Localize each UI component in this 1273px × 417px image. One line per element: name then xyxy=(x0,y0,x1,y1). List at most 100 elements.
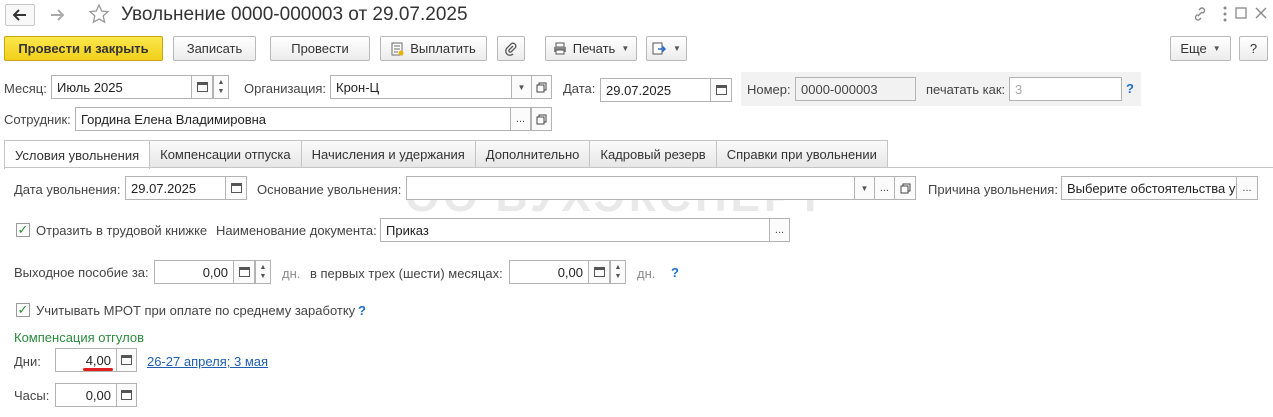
days-calc-button[interactable] xyxy=(116,348,137,372)
severance-label: Выходное пособие за: xyxy=(14,265,149,280)
close-icon xyxy=(1255,7,1267,19)
mrot-label: Учитывать МРОТ при оплате по среднему за… xyxy=(36,303,356,318)
printer-icon xyxy=(553,42,566,55)
employee-select-button[interactable]: ... xyxy=(510,107,531,131)
employee-label: Сотрудник: xyxy=(4,112,71,127)
link-button[interactable] xyxy=(1192,6,1208,25)
document-pay-icon xyxy=(391,42,404,55)
first-months-label: в первых трех (шести) месяцах: xyxy=(310,266,503,281)
checkmark-icon: ✓ xyxy=(17,302,29,317)
month-stepper[interactable]: ▲ ▼ xyxy=(213,75,229,99)
help-icon[interactable]: ? xyxy=(671,265,679,280)
severance-stepper[interactable]: ▲ ▼ xyxy=(255,260,271,284)
hours-calc-button[interactable] xyxy=(116,383,137,407)
post-and-close-button[interactable]: Провести и закрыть xyxy=(4,36,163,61)
checkmark-icon: ✓ xyxy=(17,222,29,237)
organization-open-button[interactable] xyxy=(531,75,552,99)
reason-input[interactable]: Выберите обстоятельства увольнения xyxy=(1061,176,1237,200)
forward-arrow-icon xyxy=(51,9,64,21)
employee-open-button[interactable] xyxy=(531,107,552,131)
back-arrow-icon xyxy=(13,9,26,21)
page-title: Увольнение 0000-000003 от 29.07.2025 xyxy=(121,4,468,25)
employee-input[interactable]: Гордина Елена Владимировна xyxy=(75,107,511,131)
help-icon[interactable]: ? xyxy=(358,303,366,318)
month-input[interactable]: Июль 2025 xyxy=(51,75,192,99)
calendar-icon xyxy=(715,85,727,95)
maximize-button[interactable] xyxy=(1234,6,1248,23)
save-button[interactable]: Записать xyxy=(173,36,256,61)
help-icon[interactable]: ? xyxy=(1126,81,1134,96)
chevron-down-icon: ▼ xyxy=(673,44,681,53)
hours-label: Часы: xyxy=(14,388,50,403)
print-button[interactable]: Печать ▼ xyxy=(545,36,637,61)
tab-personnel-reserve[interactable]: Кадровый резерв xyxy=(589,140,717,168)
days-unit: дн. xyxy=(637,266,656,281)
reason-select-button[interactable]: ... xyxy=(1236,176,1258,200)
organization-label: Организация: xyxy=(244,81,327,96)
mrot-checkbox[interactable]: ✓ xyxy=(16,302,30,317)
organization-input[interactable]: Крон-Ц xyxy=(330,75,512,99)
organization-dropdown-button[interactable]: ▼ xyxy=(511,75,532,99)
help-button[interactable]: ? xyxy=(1239,36,1268,61)
forward-button[interactable] xyxy=(42,4,72,26)
back-button[interactable] xyxy=(5,4,35,26)
paperclip-icon xyxy=(505,42,517,56)
date-calendar-button[interactable] xyxy=(710,78,732,102)
chevron-down-icon: ▼ xyxy=(860,183,869,193)
open-form-icon xyxy=(900,183,910,193)
attach-button[interactable] xyxy=(497,36,525,61)
tab-accruals-deductions[interactable]: Начисления и удержания xyxy=(300,140,476,168)
calendar-icon xyxy=(230,183,242,193)
calendar-icon xyxy=(196,82,208,92)
tab-dismissal-certificates[interactable]: Справки при увольнении xyxy=(715,140,888,168)
workbook-checkbox[interactable]: ✓ xyxy=(16,222,30,237)
favorite-button[interactable] xyxy=(88,3,110,28)
tab-bar: Условия увольнения Компенсации отпуска Н… xyxy=(4,140,888,169)
date-label: Дата: xyxy=(563,81,596,96)
print-as-label: печатать как: xyxy=(926,82,1006,97)
number-input[interactable]: 0000-000003 xyxy=(795,77,916,101)
more-menu-button[interactable]: Еще ▼ xyxy=(1170,36,1231,61)
dismissal-date-label: Дата увольнения: xyxy=(14,182,121,197)
tab-vacation-compensation[interactable]: Компенсации отпуска xyxy=(149,140,302,168)
first-months-calc-button[interactable] xyxy=(588,260,610,284)
date-input[interactable]: 29.07.2025 xyxy=(600,78,711,102)
severance-days-input[interactable]: 0,00 xyxy=(154,260,234,284)
tab-dismissal-conditions[interactable]: Условия увольнения xyxy=(4,140,151,169)
calculator-icon xyxy=(238,267,250,277)
days-unit: дн. xyxy=(282,266,301,281)
more-vertical-button[interactable] xyxy=(1222,5,1228,26)
doc-name-select-button[interactable]: ... xyxy=(769,218,790,242)
doc-name-label: Наименование документа: xyxy=(216,223,377,238)
post-button[interactable]: Провести xyxy=(270,36,370,61)
calculator-icon xyxy=(593,267,605,277)
basis-select-button[interactable]: ... xyxy=(874,176,895,200)
doc-name-input[interactable]: Приказ xyxy=(380,218,770,242)
number-label: Номер: xyxy=(747,82,791,97)
pay-button[interactable]: Выплатить xyxy=(380,36,487,61)
create-based-on-icon xyxy=(652,42,667,54)
tab-additional[interactable]: Дополнительно xyxy=(474,140,591,168)
month-calendar-button[interactable] xyxy=(191,75,213,99)
dismissal-date-input[interactable]: 29.07.2025 xyxy=(125,176,226,200)
create-based-on-button[interactable]: ▼ xyxy=(646,36,687,61)
dismissal-date-calendar-button[interactable] xyxy=(225,176,247,200)
first-months-input[interactable]: 0,00 xyxy=(509,260,589,284)
chevron-down-icon: ▼ xyxy=(517,82,526,92)
month-label: Месяц: xyxy=(4,81,47,96)
chevron-down-icon: ▼ xyxy=(1212,44,1221,53)
open-form-icon xyxy=(536,114,547,124)
close-button[interactable] xyxy=(1254,6,1268,23)
hours-input[interactable]: 0,00 xyxy=(55,383,117,407)
calculator-icon xyxy=(121,355,132,365)
severance-calc-button[interactable] xyxy=(233,260,255,284)
days-underline-mark xyxy=(83,368,113,371)
maximize-icon xyxy=(1235,7,1247,19)
days-link[interactable]: 26-27 апреля; 3 мая xyxy=(147,354,268,369)
open-form-icon xyxy=(536,82,547,92)
print-as-input[interactable]: 3 xyxy=(1009,77,1122,101)
first-months-stepper[interactable]: ▲ ▼ xyxy=(610,260,626,284)
basis-open-button[interactable] xyxy=(894,176,916,200)
basis-dropdown-button[interactable]: ▼ xyxy=(854,176,875,200)
basis-input[interactable] xyxy=(406,176,855,200)
